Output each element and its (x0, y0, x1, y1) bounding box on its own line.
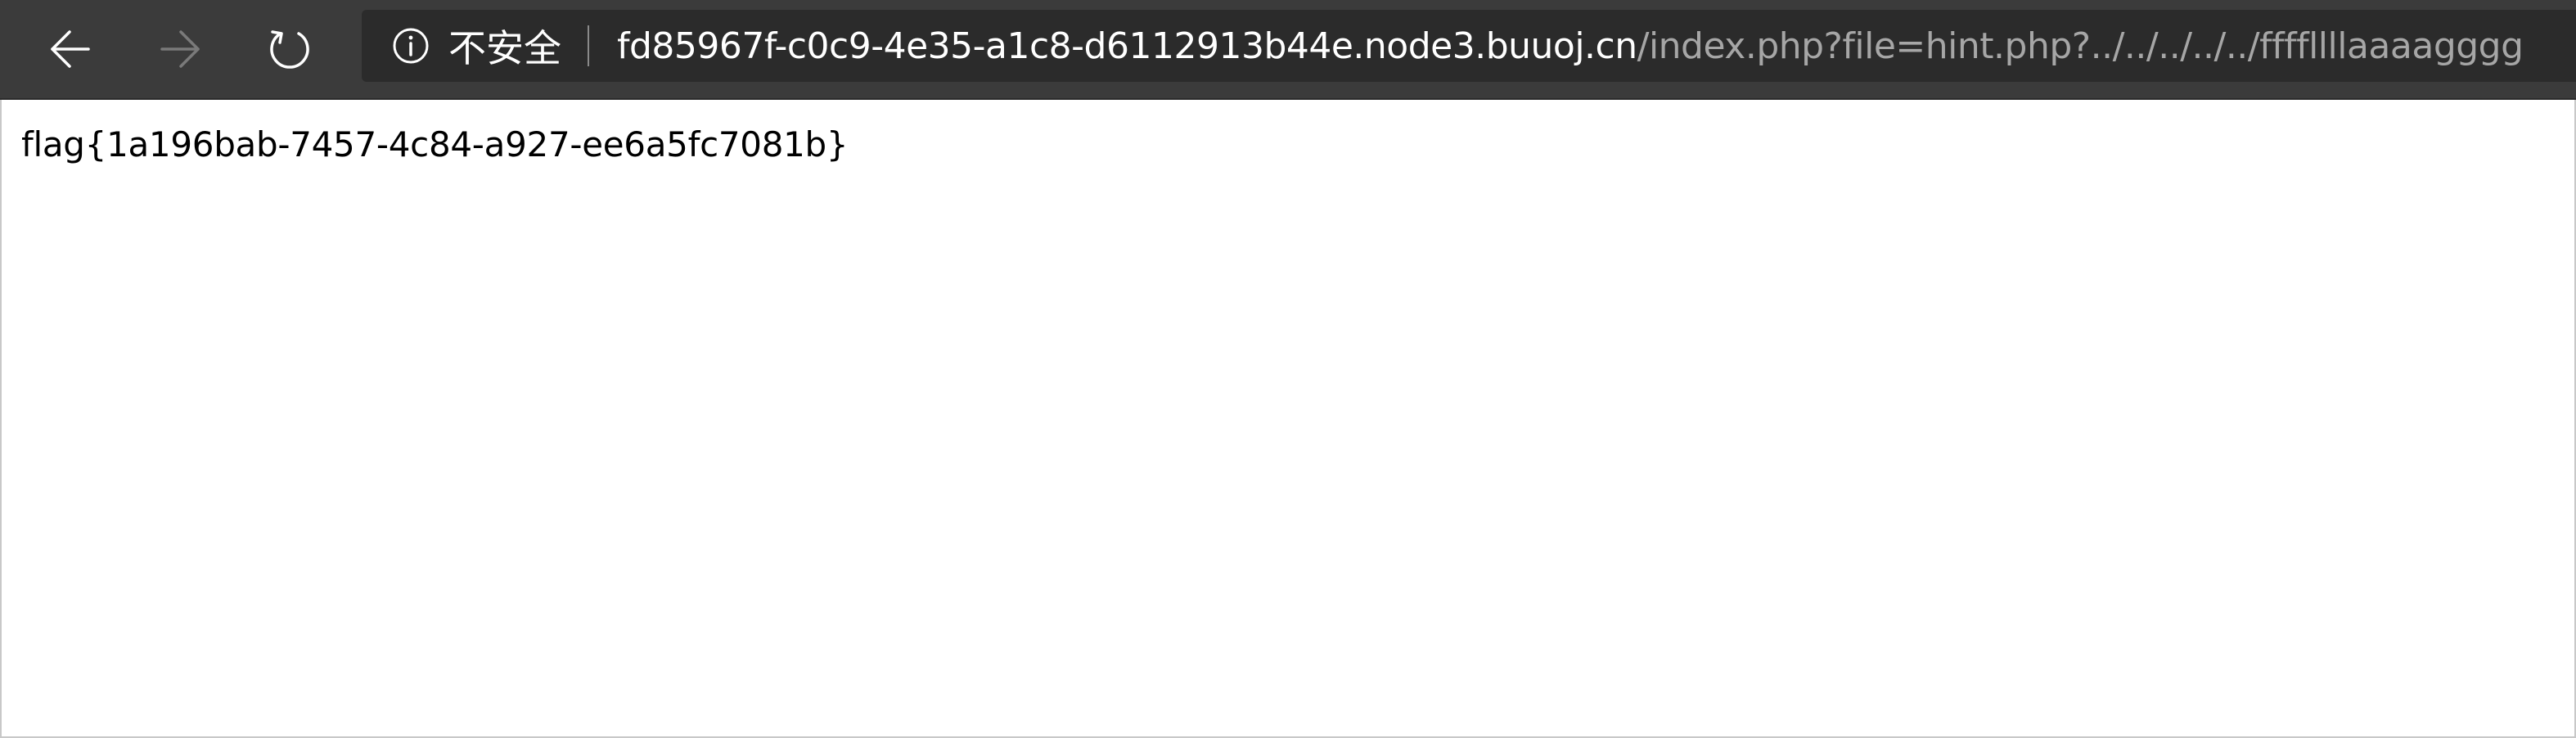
reload-button[interactable] (252, 11, 327, 87)
forward-button[interactable] (142, 11, 218, 87)
address-bar[interactable]: 不安全 fd85967f-c0c9-4e35-a1c8-d6112913b44e… (362, 10, 2576, 82)
url-path: /index.php?file=hint.php?../../../../../… (1637, 25, 2524, 67)
back-button[interactable] (33, 11, 108, 87)
page-body-text: flag{1a196bab-7457-4c84-a927-ee6a5fc7081… (21, 124, 849, 164)
url-host: fd85967f-c0c9-4e35-a1c8-d6112913b44e.nod… (617, 25, 1637, 67)
browser-toolbar: 不安全 fd85967f-c0c9-4e35-a1c8-d6112913b44e… (0, 0, 2576, 100)
info-icon[interactable] (391, 26, 430, 65)
arrow-right-icon (160, 30, 200, 68)
page-content: flag{1a196bab-7457-4c84-a927-ee6a5fc7081… (0, 100, 2576, 738)
reload-icon (270, 30, 309, 69)
url-text[interactable]: fd85967f-c0c9-4e35-a1c8-d6112913b44e.nod… (617, 25, 2524, 67)
address-separator (588, 25, 589, 66)
arrow-left-icon (51, 30, 90, 68)
security-label[interactable]: 不安全 (448, 19, 561, 73)
